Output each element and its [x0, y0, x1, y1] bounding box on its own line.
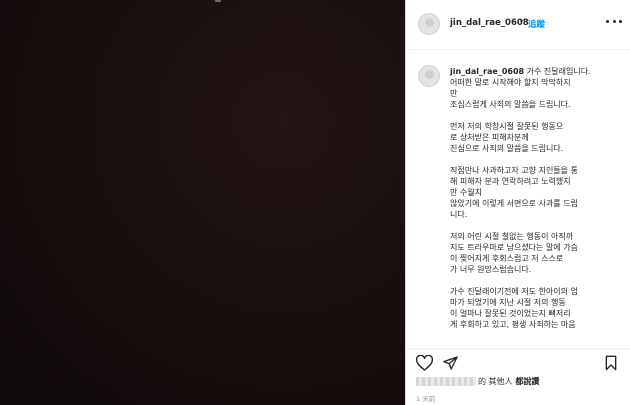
paper-plane-icon[interactable]: [442, 355, 459, 375]
heart-icon[interactable]: [415, 354, 434, 375]
bookmark-icon[interactable]: [604, 355, 618, 375]
post-header: jin_dal_rae_0608 • 追蹤: [406, 0, 630, 50]
image-artifact: [215, 0, 221, 2]
likes-suffix: 都說讚: [512, 377, 540, 386]
blurred-username: [416, 377, 476, 386]
follow-button[interactable]: 追蹤: [528, 18, 545, 30]
more-options-icon[interactable]: [606, 15, 622, 27]
header-username[interactable]: jin_dal_rae_0608: [450, 18, 529, 28]
action-bar: [406, 348, 630, 376]
post-image[interactable]: [0, 0, 405, 405]
comments-section: jin_dal_rae_0608 가수 진달래입니다. 어떠한 말로 시작해야 …: [406, 51, 630, 348]
post-side-panel: jin_dal_rae_0608 • 追蹤 jin_dal_rae_0608 가…: [405, 0, 630, 405]
caption: jin_dal_rae_0608 가수 진달래입니다. 어떠한 말로 시작해야 …: [450, 66, 612, 330]
post-timestamp: 1 天前: [416, 395, 436, 403]
header-separator: •: [519, 17, 525, 27]
caption-text: 가수 진달래입니다. 어떠한 말로 시작해야 할지 막막하지 만 조심스럽게 사…: [450, 67, 591, 329]
likes-text: 的 其他人: [478, 377, 513, 386]
avatar[interactable]: [418, 13, 440, 35]
caption-avatar[interactable]: [418, 65, 440, 87]
likes-summary[interactable]: 的 其他人 都說讚: [416, 376, 626, 388]
caption-username[interactable]: jin_dal_rae_0608: [450, 67, 524, 76]
